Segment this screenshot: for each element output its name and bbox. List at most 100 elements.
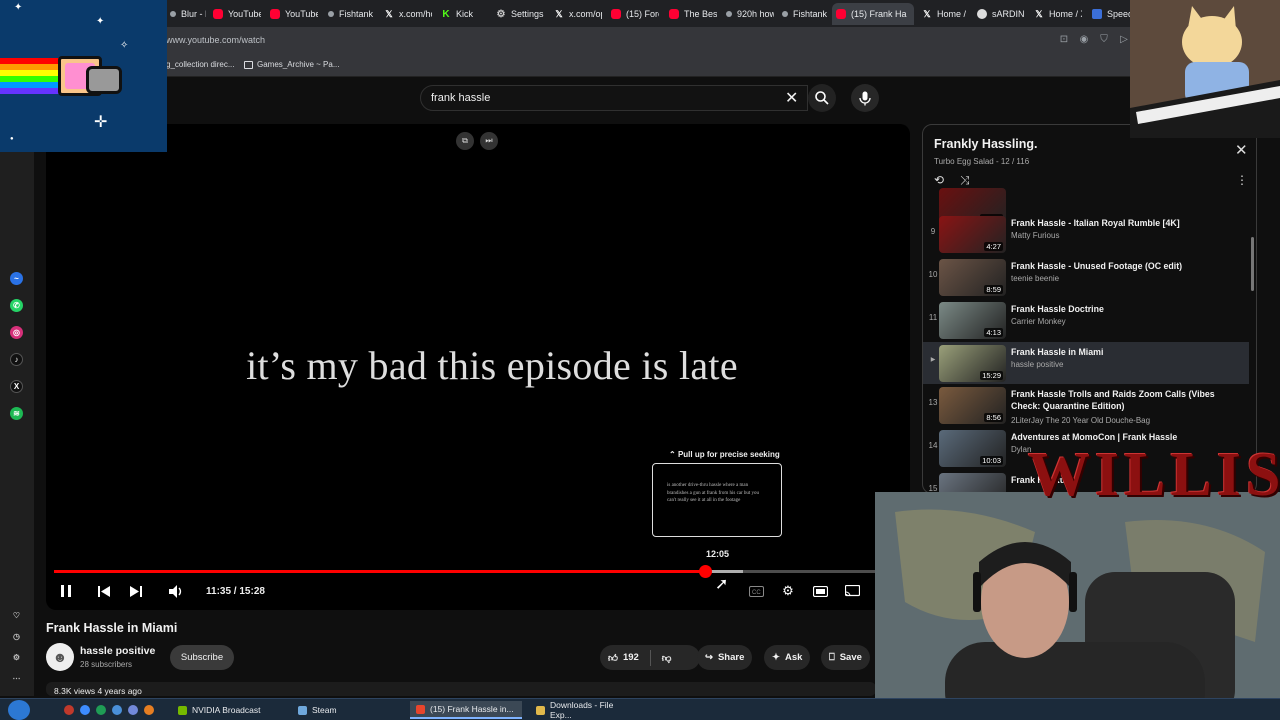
playlist-thumbnail[interactable]: 10:03: [939, 430, 1006, 467]
browser-tab[interactable]: Blur - Park: [166, 3, 206, 25]
pinned-app-icon[interactable]: [96, 705, 106, 715]
subscribe-button[interactable]: Subscribe: [170, 645, 234, 670]
share-button[interactable]: ↪ Share: [697, 645, 753, 670]
browser-tab[interactable]: Fishtank L: [324, 3, 374, 25]
url-text[interactable]: www.youtube.com/watch: [166, 35, 265, 45]
settings-button[interactable]: ⚙: [780, 583, 796, 599]
heart-icon[interactable]: ♡: [10, 609, 23, 622]
pause-button[interactable]: [58, 583, 74, 599]
discord-icon[interactable]: [128, 705, 138, 715]
video-player[interactable]: ⧉ ⏭ it’s my bad this episode is late ⌃ P…: [46, 124, 910, 610]
play-icon[interactable]: ▷: [1118, 33, 1130, 45]
spotify-icon[interactable]: ≋: [10, 407, 23, 420]
ask-button[interactable]: ✦ Ask: [764, 645, 811, 670]
playlist-thumbnail[interactable]: [939, 473, 1006, 493]
x-icon[interactable]: X: [10, 380, 23, 393]
playlist-item[interactable]: ▶ 15:29 Frank Hassle in Miami hassle positi…: [923, 342, 1249, 384]
playlist-item-title[interactable]: Frank Hassle - Italian Royal Rumble [4K]: [1011, 217, 1243, 229]
volume-button[interactable]: [168, 583, 184, 599]
browser-tab[interactable]: K Kick: [437, 3, 487, 25]
playlist-thumbnail[interactable]: 8:59: [939, 259, 1006, 296]
playlist-thumbnail[interactable]: 4:27: [939, 216, 1006, 253]
bookmark-item[interactable]: g_collection direc...: [166, 60, 234, 69]
pinned-app-icon[interactable]: [112, 705, 122, 715]
search-button[interactable]: [808, 84, 836, 112]
playlist-thumbnail[interactable]: 15:29: [939, 345, 1006, 382]
ask-label: Ask: [784, 652, 803, 663]
taskbar-item-label: (15) Frank Hassle in...: [430, 704, 514, 714]
browser-tab[interactable]: 𝕏 Home / X: [1030, 3, 1082, 25]
taskbar-item[interactable]: Steam: [292, 701, 392, 719]
playlist-title[interactable]: Frankly Hassling.: [934, 137, 1038, 151]
browser-tab[interactable]: 𝕏 Home / X: [918, 3, 968, 25]
whatsapp-icon[interactable]: ✆: [10, 299, 23, 312]
share-icon: ↪: [705, 652, 713, 663]
duration-badge: 10:03: [980, 456, 1003, 465]
playlist-item-title[interactable]: Frank Hassle Doctrine: [1011, 303, 1243, 315]
tiktok-icon[interactable]: ♪: [10, 353, 23, 366]
video-description[interactable]: 8.3K views 4 years ago: [46, 682, 876, 696]
pinned-app-icon[interactable]: [80, 705, 90, 715]
channel-name[interactable]: hassle positive: [80, 645, 155, 657]
pinned-app-icon[interactable]: [144, 705, 154, 715]
browser-tab[interactable]: (15) Fores: [607, 3, 659, 25]
playlist-scrollbar[interactable]: [1251, 237, 1254, 291]
start-button[interactable]: [8, 700, 30, 720]
cast-button[interactable]: [844, 583, 860, 599]
like-button[interactable]: 👍︎ 192: [608, 652, 639, 664]
opera-icon[interactable]: [64, 705, 74, 715]
sparkle-icon: ✦: [772, 652, 780, 663]
close-icon[interactable]: ✕: [1235, 141, 1248, 159]
browser-tab[interactable]: 920h how: [722, 3, 774, 25]
playlist-item-title[interactable]: Frank Hassle in Miami: [1011, 346, 1243, 358]
gear-favicon-icon: ⚙: [496, 8, 506, 20]
bookmark-label: g_collection direc...: [166, 60, 235, 69]
search-input[interactable]: frank hassle: [420, 85, 808, 111]
playlist-item[interactable]: 9 4:27 Frank Hassle - Italian Royal Rumble…: [923, 213, 1249, 255]
previous-button[interactable]: [96, 583, 112, 599]
browser-tab[interactable]: The Best c: [665, 3, 717, 25]
instagram-icon[interactable]: ◎: [10, 326, 23, 339]
browser-tab[interactable]: Speed D: [1088, 3, 1130, 25]
settings-icon[interactable]: ⚙: [10, 651, 23, 664]
playlist-item-title[interactable]: Frank Hassle Trolls and Raids Zoom Calls…: [1011, 388, 1243, 412]
dislike-button[interactable]: 👎︎: [662, 652, 672, 664]
shield-icon[interactable]: ⛉: [1098, 33, 1110, 45]
browser-tab[interactable]: 𝕏x.com/op: [550, 3, 602, 25]
captions-button[interactable]: CC: [748, 583, 764, 599]
playlist-item[interactable]: 10 8:59 Frank Hassle - Unused Footage (OC …: [923, 256, 1249, 298]
mouse-cursor-icon: ➚: [715, 576, 729, 593]
miniplayer-icon[interactable]: ⧉: [456, 132, 474, 150]
more-icon[interactable]: ⋯: [10, 672, 23, 685]
voice-search-button[interactable]: [851, 84, 879, 112]
progress-bar[interactable]: [54, 565, 910, 578]
playlist-item[interactable]: 11 4:13 Frank Hassle Doctrine Carrier Monke…: [923, 299, 1249, 341]
save-button[interactable]: ⎕ Save: [821, 645, 870, 670]
install-app-icon[interactable]: ⊡: [1058, 33, 1070, 45]
camera-icon[interactable]: ◉: [1078, 33, 1090, 45]
messenger-icon[interactable]: ~: [10, 272, 23, 285]
autoplay-icon[interactable]: ⏭: [480, 132, 498, 150]
taskbar-item[interactable]: Downloads - File Exp...: [530, 700, 642, 720]
bookmark-item[interactable]: Games_Archive ~ Pa...: [244, 60, 339, 69]
browser-tab[interactable]: sARDINE: [973, 3, 1025, 25]
taskbar-item[interactable]: (15) Frank Hassle in...: [410, 701, 522, 719]
browser-tab[interactable]: YouTube: [266, 3, 318, 25]
taskbar-item[interactable]: NVIDIA Broadcast: [172, 701, 277, 719]
close-icon[interactable]: ✕: [785, 88, 798, 108]
playlist-item-title[interactable]: Frank Hassle - Unused Footage (OC edit): [1011, 260, 1243, 272]
browser-tab[interactable]: 𝕏x.com/hor: [380, 3, 432, 25]
history-icon[interactable]: ◷: [10, 630, 23, 643]
next-button[interactable]: [128, 583, 144, 599]
theater-mode-button[interactable]: [812, 583, 828, 599]
browser-tab[interactable]: Fishtank L: [778, 3, 828, 25]
playlist-thumbnail[interactable]: 8:56: [939, 387, 1006, 424]
browser-tab[interactable]: (15) Frank Ha: [832, 3, 914, 25]
address-bar[interactable]: www.youtube.com/watch ⊡ ◉ ⛉ ▷: [0, 27, 1280, 53]
playlist-thumbnail[interactable]: 4:13: [939, 302, 1006, 339]
browser-tab[interactable]: YouTube: [209, 3, 261, 25]
channel-avatar[interactable]: ☻: [46, 643, 74, 671]
scrubber-handle[interactable]: [698, 565, 712, 578]
playlist-item[interactable]: 13 8:56 Frank Hassle Trolls and Raids Zoom…: [923, 384, 1249, 426]
browser-tab[interactable]: ⚙ Settings -: [492, 3, 544, 25]
